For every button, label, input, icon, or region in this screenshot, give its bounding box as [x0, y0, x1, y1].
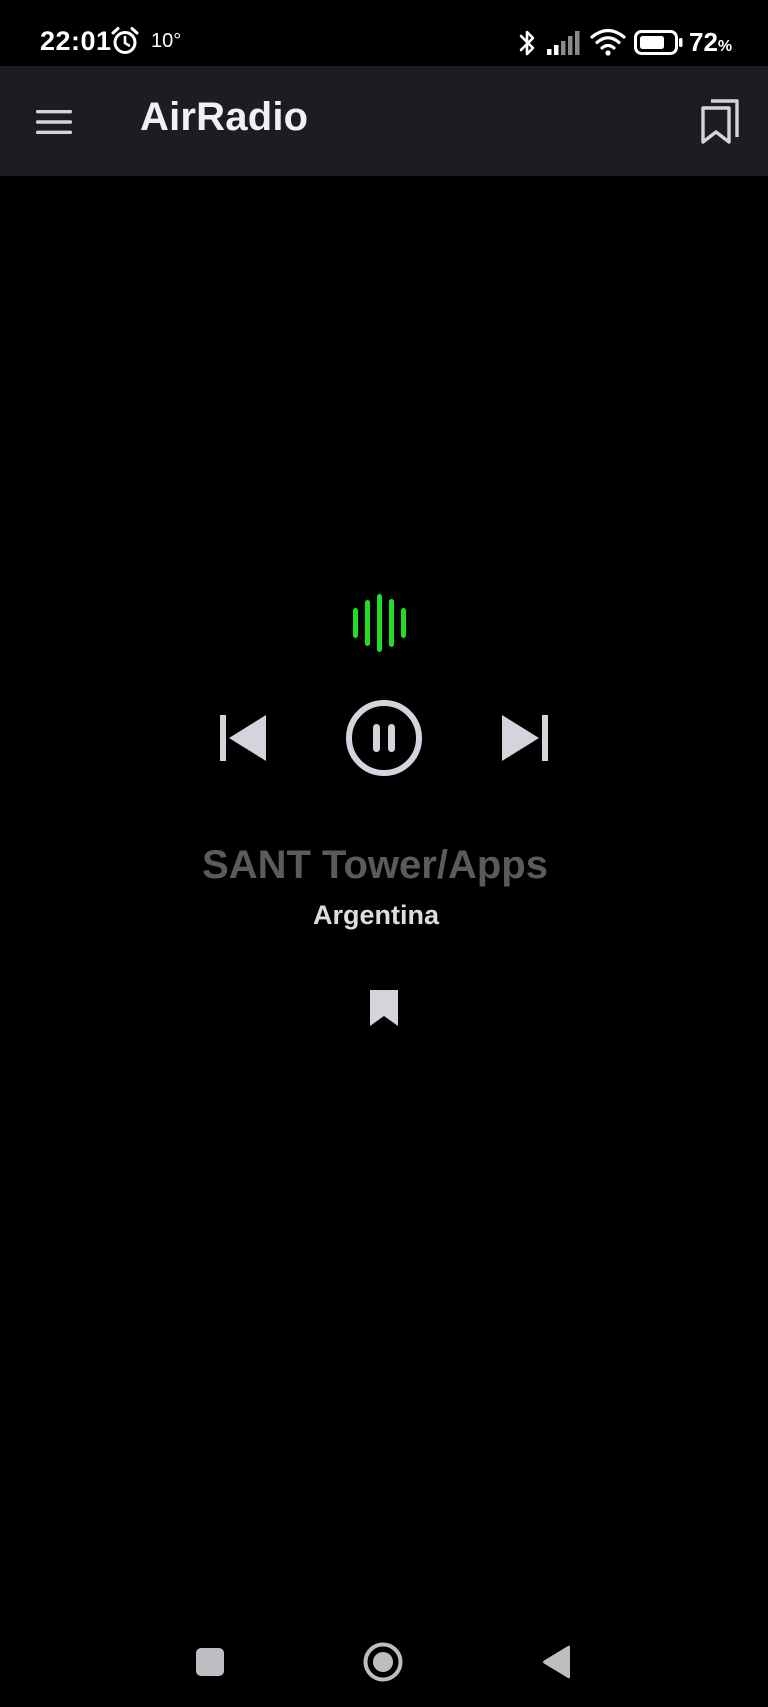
status-bar: 22:01 10° 72% [0, 0, 768, 66]
previous-button[interactable] [214, 710, 270, 766]
alarm-icon [110, 26, 140, 56]
battery-icon [634, 30, 684, 55]
wifi-icon [590, 27, 626, 57]
menu-icon [36, 110, 72, 134]
status-time: 22:01 [40, 26, 112, 56]
menu-button[interactable] [26, 94, 82, 150]
bluetooth-icon [517, 28, 539, 58]
home-button[interactable] [362, 1641, 404, 1683]
bookmark-station-button[interactable] [364, 988, 404, 1028]
app-title: AirRadio [140, 95, 309, 139]
pause-icon [346, 700, 422, 776]
skip-previous-icon [220, 715, 266, 761]
back-button[interactable] [540, 1644, 574, 1680]
signal-icon [546, 30, 582, 56]
system-nav-bar [0, 1620, 768, 1707]
next-button[interactable] [498, 710, 554, 766]
bookmarks-button[interactable] [692, 94, 748, 150]
bookmarks-icon [701, 99, 739, 144]
station-name: SANT Tower/Apps [202, 843, 548, 887]
pause-button[interactable] [344, 698, 424, 778]
station-country: Argentina [312, 900, 439, 930]
status-temperature: 10° [151, 30, 182, 52]
playback-controls [0, 698, 768, 778]
home-icon [363, 1642, 403, 1682]
app-bar: AirRadio [0, 66, 768, 176]
equalizer-icon [352, 594, 416, 654]
bookmark-icon [370, 990, 398, 1026]
back-icon [543, 1645, 570, 1679]
recents-icon [196, 1648, 224, 1676]
recents-button[interactable] [194, 1646, 226, 1678]
battery-level: 72% [689, 27, 733, 57]
skip-next-icon [502, 715, 548, 761]
